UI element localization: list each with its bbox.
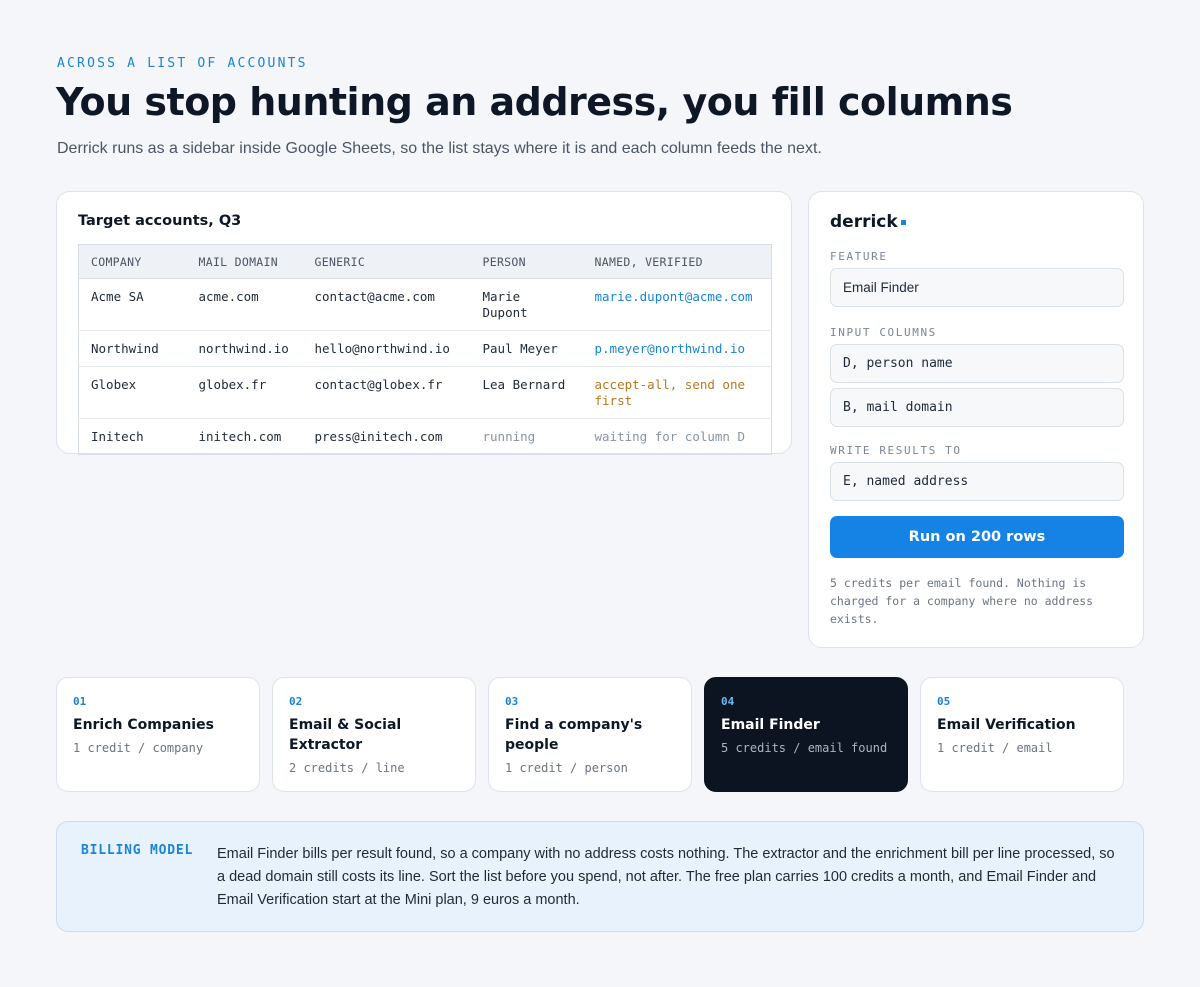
feature-number: 05: [937, 695, 951, 708]
feature-name: Email Finder: [721, 717, 820, 733]
table-cell[interactable]: Initech: [78, 418, 187, 455]
table-cell-verified-email[interactable]: marie.dupont@acme.com: [582, 278, 772, 331]
column-header-company[interactable]: COMPANY: [78, 244, 187, 279]
feature-number: 02: [289, 695, 303, 708]
table-cell[interactable]: hello@northwind.io: [302, 330, 471, 367]
feature-price: 1 credit / person: [505, 761, 628, 775]
feature-card-enrich-companies[interactable]: 01 Enrich Companies 1 credit / company: [56, 677, 260, 792]
table-row: Initech initech.com press@initech.com ru…: [78, 418, 772, 455]
feature-label: FEATURE: [830, 250, 888, 263]
feature-number: 04: [721, 695, 735, 708]
table-row: Acme SA acme.com contact@acme.com Marie …: [78, 278, 772, 331]
column-header-generic[interactable]: GENERIC: [302, 244, 471, 279]
table-cell[interactable]: contact@globex.fr: [302, 366, 471, 419]
table-cell[interactable]: Globex: [78, 366, 187, 419]
feature-card-email-social-extractor[interactable]: 02 Email & Social Extractor 2 credits / …: [272, 677, 476, 792]
column-header-person[interactable]: PERSON: [470, 244, 583, 279]
run-button[interactable]: Run on 200 rows: [830, 516, 1124, 558]
billing-text: Email Finder bills per result found, so …: [217, 846, 1115, 908]
feature-card-email-finder[interactable]: 04 Email Finder 5 credits / email found: [704, 677, 908, 792]
table-cell-warning[interactable]: accept-all, send one first: [582, 366, 772, 419]
table-row: Globex globex.fr contact@globex.fr Lea B…: [78, 366, 772, 419]
table-cell[interactable]: Northwind: [78, 330, 187, 367]
table-cell[interactable]: Acme SA: [78, 278, 187, 331]
feature-price: 2 credits / line: [289, 761, 405, 775]
write-results-label: WRITE RESULTS TO: [830, 444, 962, 457]
column-header-named-verified[interactable]: NAMED, VERIFIED: [582, 244, 772, 279]
feature-select[interactable]: Email Finder: [830, 268, 1124, 307]
write-results-field[interactable]: E, named address: [830, 462, 1124, 501]
page-subtitle: Derrick runs as a sidebar inside Google …: [57, 140, 822, 157]
sheet-card: Target accounts, Q3 COMPANY MAIL DOMAIN …: [56, 191, 792, 455]
table-cell[interactable]: acme.com: [186, 278, 303, 331]
table-cell[interactable]: press@initech.com: [302, 418, 471, 455]
feature-card-email-verification[interactable]: 05 Email Verification 1 credit / email: [920, 677, 1124, 792]
table-cell[interactable]: Paul Meyer: [470, 330, 583, 367]
table-cell-status[interactable]: waiting for column D: [582, 418, 772, 455]
feature-number: 01: [73, 695, 87, 708]
table-cell-status[interactable]: running: [470, 418, 583, 455]
table-cell[interactable]: globex.fr: [186, 366, 303, 419]
input-columns-label: INPUT COLUMNS: [830, 326, 937, 339]
billing-label: BILLING MODEL: [81, 843, 194, 858]
brand-dot-icon: [901, 220, 906, 225]
table-header-row: COMPANY MAIL DOMAIN GENERIC PERSON NAMED…: [78, 244, 772, 279]
page-title: You stop hunting an address, you fill co…: [56, 80, 1013, 124]
column-header-mail-domain[interactable]: MAIL DOMAIN: [186, 244, 303, 279]
sheet-title: Target accounts, Q3: [78, 213, 242, 229]
feature-name: Find a company's people: [505, 717, 643, 753]
credits-note: 5 credits per email found. Nothing is ch…: [830, 576, 1094, 626]
feature-price: 5 credits / email found: [721, 741, 888, 755]
table-cell[interactable]: contact@acme.com: [302, 278, 471, 331]
eyebrow-label: ACROSS A LIST OF ACCOUNTS: [57, 56, 308, 71]
feature-card-find-company-people[interactable]: 03 Find a company's people 1 credit / pe…: [488, 677, 692, 792]
table-row: Northwind northwind.io hello@northwind.i…: [78, 330, 772, 367]
table-cell[interactable]: Marie Dupont: [470, 278, 583, 331]
feature-price: 1 credit / email: [937, 741, 1053, 755]
table-cell-verified-email[interactable]: p.meyer@northwind.io: [582, 330, 772, 367]
table-cell[interactable]: initech.com: [186, 418, 303, 455]
feature-name: Enrich Companies: [73, 717, 214, 733]
accounts-table: COMPANY MAIL DOMAIN GENERIC PERSON NAMED…: [78, 244, 772, 455]
input-column-field-1[interactable]: D, person name: [830, 344, 1124, 383]
billing-model-box: BILLING MODEL Email Finder bills per res…: [56, 821, 1144, 932]
table-cell[interactable]: northwind.io: [186, 330, 303, 367]
feature-name: Email & Social Extractor: [289, 717, 402, 753]
input-column-field-2[interactable]: B, mail domain: [830, 388, 1124, 427]
feature-name: Email Verification: [937, 717, 1076, 733]
feature-number: 03: [505, 695, 519, 708]
table-cell[interactable]: Lea Bernard: [470, 366, 583, 419]
brand-logo: derrick: [830, 212, 898, 232]
feature-price: 1 credit / company: [73, 741, 204, 755]
derrick-sidebar: derrick FEATURE Email Finder INPUT COLUM…: [808, 191, 1144, 648]
